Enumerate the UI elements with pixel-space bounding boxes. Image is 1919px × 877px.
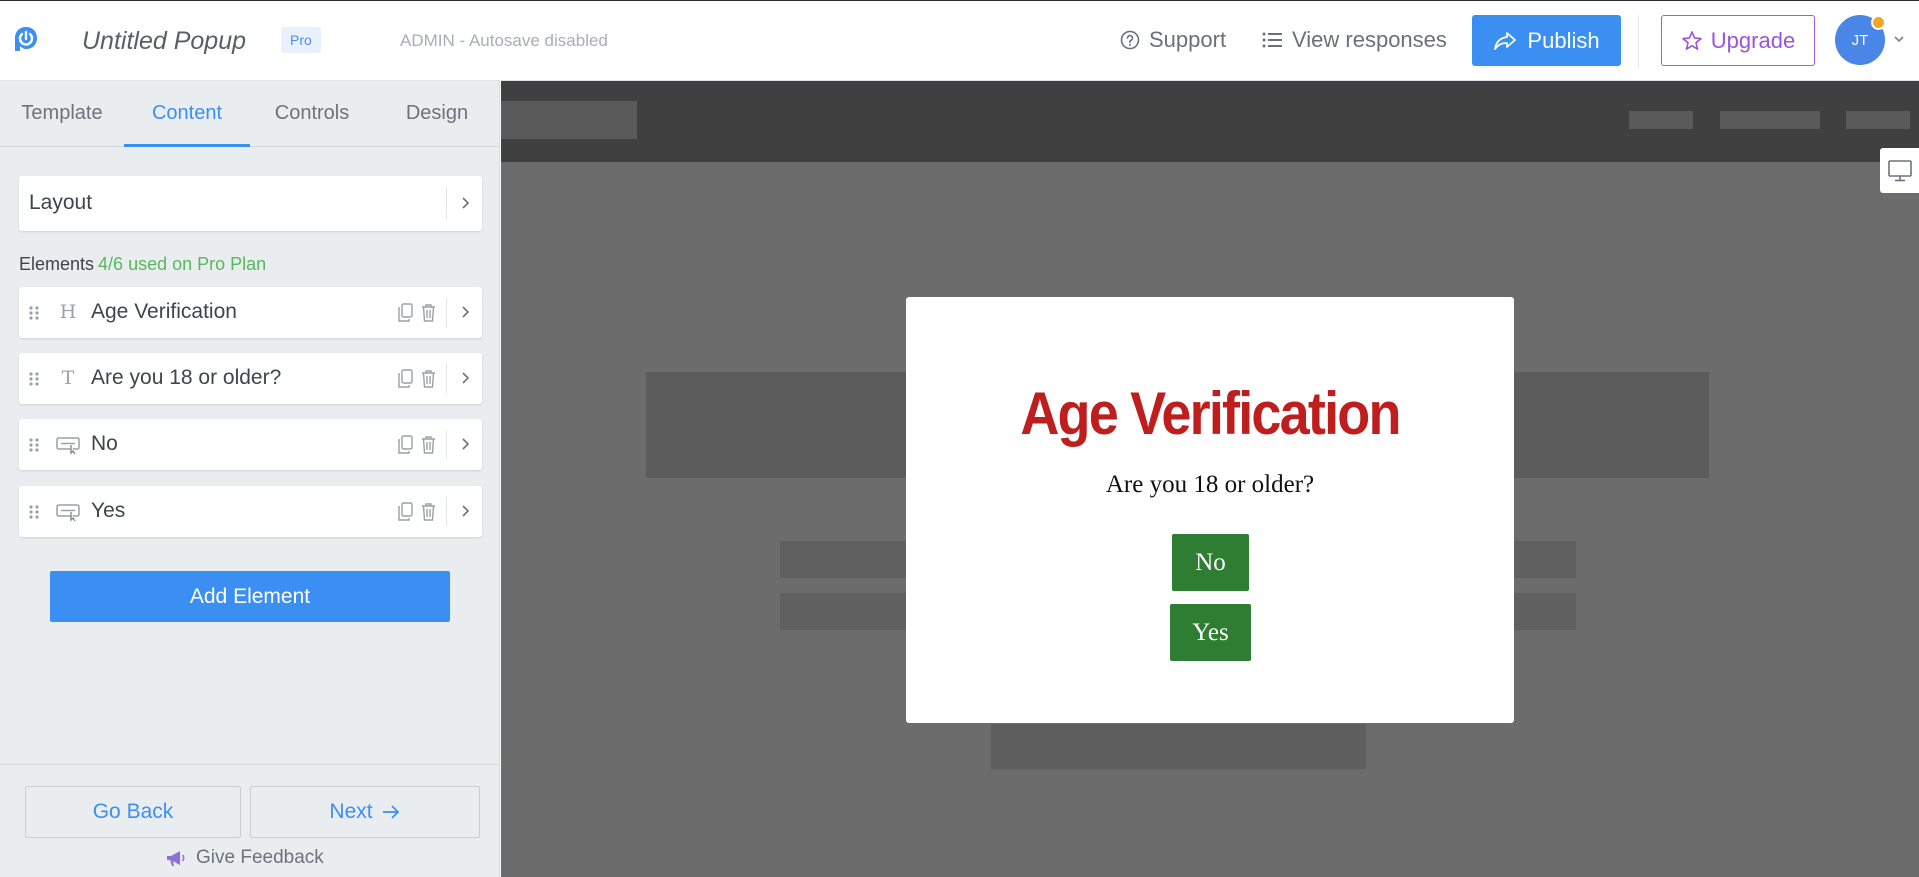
row-divider: [446, 298, 447, 327]
placeholder-logo-block: [501, 101, 637, 139]
copy-icon[interactable]: [397, 303, 414, 322]
row-divider: [446, 364, 447, 393]
tab-content[interactable]: Content: [124, 81, 250, 147]
row-divider: [446, 188, 447, 219]
elements-label: Elements: [19, 254, 95, 274]
next-button[interactable]: Next: [250, 786, 480, 838]
chevron-right-icon: [462, 505, 470, 517]
element-label: No: [91, 432, 118, 455]
tab-design[interactable]: Design: [374, 81, 500, 147]
tab-template[interactable]: Template: [0, 81, 124, 147]
megaphone-icon: [167, 851, 185, 866]
trash-icon[interactable]: [420, 502, 437, 521]
preview-site-header: [501, 81, 1919, 162]
top-bar: Untitled Popup Pro ADMIN - Autosave disa…: [0, 0, 1919, 81]
chevron-right-icon: [462, 197, 470, 209]
notification-dot: [1871, 15, 1886, 30]
autosave-status: ADMIN - Autosave disabled: [400, 31, 608, 50]
popup-yes-button[interactable]: Yes: [1170, 604, 1251, 661]
support-label: Support: [1149, 27, 1227, 52]
button-icon: [56, 437, 80, 455]
element-row-text[interactable]: T Are you 18 or older?: [19, 353, 482, 404]
row-divider: [446, 430, 447, 459]
star-icon: [1681, 30, 1702, 50]
desktop-monitor-icon: [1887, 159, 1912, 181]
trash-icon[interactable]: [420, 435, 437, 454]
button-icon: [56, 504, 80, 522]
trash-icon[interactable]: [420, 303, 437, 322]
element-label: Yes: [91, 499, 126, 522]
help-circle-icon: [1120, 30, 1140, 50]
add-element-button[interactable]: Add Element: [50, 571, 450, 622]
popup-no-button[interactable]: No: [1172, 534, 1249, 591]
popup-question-text[interactable]: Are you 18 or older?: [906, 471, 1514, 499]
element-row-button-yes[interactable]: Yes: [19, 486, 482, 537]
layout-row[interactable]: Layout: [19, 176, 482, 231]
chevron-right-icon: [462, 438, 470, 450]
header-divider: [1638, 15, 1639, 67]
element-row-heading[interactable]: H Age Verification: [19, 287, 482, 338]
trash-icon[interactable]: [420, 369, 437, 388]
app-logo-icon[interactable]: [12, 23, 40, 57]
element-row-button-no[interactable]: No: [19, 419, 482, 470]
chevron-down-icon[interactable]: [1893, 33, 1905, 45]
chevron-right-icon: [462, 372, 470, 384]
placeholder-nav-block: [1846, 111, 1910, 129]
elements-heading: Elements 4/6 used on Pro Plan: [19, 254, 266, 275]
age-verification-popup: Age Verification Are you 18 or older? No…: [906, 297, 1514, 723]
element-label: Are you 18 or older?: [91, 366, 282, 389]
layout-label: Layout: [29, 191, 93, 214]
publish-button[interactable]: Publish: [1472, 15, 1621, 66]
heading-icon: H: [59, 301, 77, 323]
list-icon: [1262, 32, 1282, 48]
upgrade-button[interactable]: Upgrade: [1661, 15, 1815, 66]
drag-handle-icon[interactable]: [28, 437, 40, 453]
copy-icon[interactable]: [397, 369, 414, 388]
popup-title-field[interactable]: Untitled Popup: [82, 27, 246, 56]
desktop-preview-toggle[interactable]: [1880, 148, 1919, 193]
drag-handle-icon[interactable]: [28, 504, 40, 520]
drag-handle-icon[interactable]: [28, 371, 40, 387]
give-feedback-label: Give Feedback: [196, 847, 324, 868]
give-feedback-link[interactable]: Give Feedback: [165, 847, 324, 869]
plan-badge: Pro: [281, 27, 321, 53]
go-back-button[interactable]: Go Back: [25, 786, 241, 838]
element-label: Age Verification: [91, 300, 237, 323]
placeholder-nav-block: [1720, 111, 1820, 129]
copy-icon[interactable]: [397, 435, 414, 454]
view-responses-label: View responses: [1292, 27, 1447, 52]
share-arrow-icon: [1494, 31, 1517, 50]
go-back-label: Go Back: [92, 800, 174, 823]
view-responses-link[interactable]: View responses: [1262, 27, 1447, 53]
copy-icon[interactable]: [397, 502, 414, 521]
upgrade-label: Upgrade: [1710, 27, 1796, 53]
sidebar-tabs: Template Content Controls Design: [0, 81, 500, 147]
text-icon: T: [61, 367, 75, 389]
popup-heading[interactable]: Age Verification: [936, 379, 1483, 448]
tab-controls[interactable]: Controls: [250, 81, 374, 147]
publish-label: Publish: [1527, 27, 1600, 53]
placeholder-button-block: [991, 724, 1366, 769]
drag-handle-icon[interactable]: [28, 305, 40, 321]
next-label: Next: [329, 800, 373, 823]
arrow-right-icon: [382, 805, 399, 819]
elements-usage: 4/6 used on Pro Plan: [98, 254, 267, 274]
row-divider: [446, 497, 447, 526]
support-link[interactable]: Support: [1120, 27, 1226, 53]
editor-sidebar: Template Content Controls Design Layout …: [0, 81, 500, 877]
chevron-right-icon: [462, 306, 470, 318]
placeholder-nav-block: [1629, 111, 1693, 129]
